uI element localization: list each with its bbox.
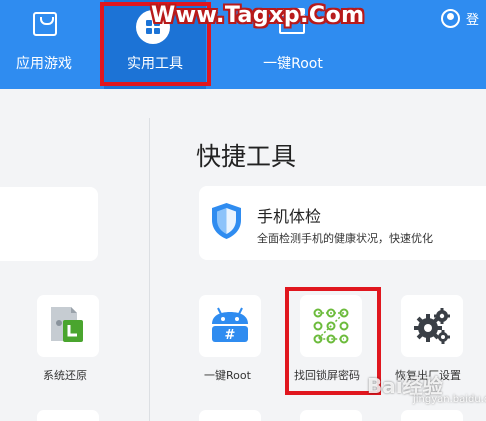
one-click-root-tile[interactable]: # [199, 295, 261, 357]
tab-apps-games-label: 应用游戏 [16, 56, 72, 72]
login-label: 登 [466, 13, 480, 28]
one-click-root-label: 一键Root [204, 369, 251, 382]
svg-text:#: # [225, 328, 236, 343]
checkup-title: 手机体检 [257, 207, 322, 226]
tab-one-click-root-label: 一键Root [263, 56, 323, 72]
bottom-tile[interactable] [199, 410, 261, 421]
android-root-icon: # [212, 307, 248, 343]
restore-icon [51, 307, 83, 342]
bottom-tile[interactable] [401, 410, 463, 421]
bottom-tile[interactable] [37, 410, 99, 421]
baidu-watermark-url: jingyan.baidu.com [413, 394, 486, 405]
left-feature-card[interactable] [0, 187, 98, 261]
phone-checkup-card[interactable]: 手机体检 全面检测手机的健康状况，快速优化 [199, 186, 486, 260]
gears-icon [414, 308, 450, 344]
system-restore-tile[interactable] [37, 295, 99, 357]
user-avatar-icon [441, 9, 460, 28]
system-restore-label: 系统还原 [43, 369, 87, 382]
section-title: 快捷工具 [196, 142, 297, 171]
shield-icon [212, 203, 241, 239]
site-watermark: Www.Tagxp.Com [151, 3, 365, 28]
factory-reset-tile[interactable] [401, 295, 463, 357]
checkup-description: 全面检测手机的健康状况，快速优化 [257, 232, 433, 245]
column-divider [149, 118, 150, 421]
bottom-tile[interactable] [300, 410, 362, 421]
shopping-bag-icon [33, 12, 57, 36]
tab-apps-games[interactable]: 应用游戏 [2, 0, 86, 89]
